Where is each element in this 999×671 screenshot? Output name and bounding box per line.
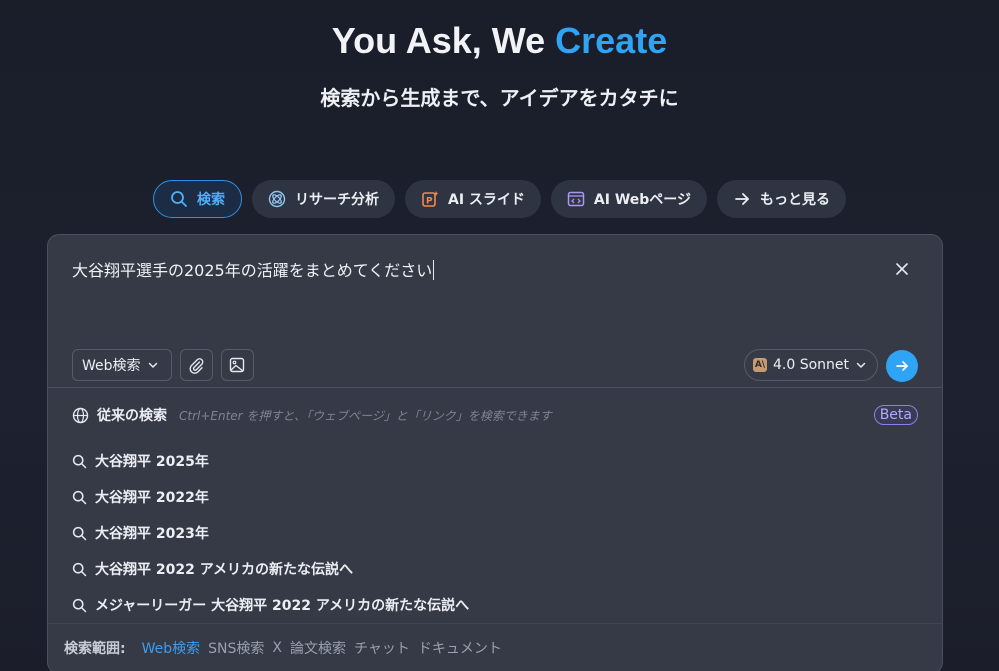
clear-button[interactable] [892, 259, 912, 279]
suggestion-item[interactable]: 大谷翔平 2025年 [72, 443, 469, 479]
input-toolbar: Web検索 [72, 349, 254, 381]
search-icon [72, 562, 87, 576]
scope-title: 検索範囲: [64, 641, 126, 657]
scope-options: 検索範囲: Web検索 SNS検索 X 論文検索 チャット ドキュメント [64, 638, 502, 658]
search-icon [72, 490, 87, 504]
search-panel: 大谷翔平選手の2025年の活躍をまとめてください Web検索 A\ 4.0 So… [47, 234, 943, 671]
legacy-search-hint: Ctrl+Enter を押すと、「ウェブページ」と「リンク」を検索できます [179, 408, 552, 423]
suggestion-text: 大谷翔平 2022年 [95, 490, 209, 506]
query-text: 大谷翔平選手の2025年の活躍をまとめてください [72, 261, 433, 280]
attach-button[interactable] [179, 349, 213, 381]
suggestion-item[interactable]: 大谷翔平 2022年 [72, 479, 469, 515]
tab-label: もっと見る [760, 192, 831, 208]
image-upload-button[interactable] [220, 349, 254, 381]
suggestion-text: 大谷翔平 2022 アメリカの新たな伝説へ [95, 562, 354, 578]
source-select[interactable]: Web検索 [72, 349, 172, 381]
slide-icon: P [422, 191, 439, 207]
tab-research[interactable]: リサーチ分析 [252, 180, 395, 218]
hero-title-prefix: You Ask, We [331, 20, 556, 61]
suggestion-text: 大谷翔平 2023年 [95, 526, 209, 542]
paperclip-icon [189, 358, 204, 374]
query-input[interactable]: 大谷翔平選手の2025年の活躍をまとめてください [72, 257, 435, 281]
suggestion-text: メジャーリーガー 大谷翔平 2022 アメリカの新たな伝説へ [95, 598, 470, 614]
tab-label: AI Webページ [593, 192, 692, 208]
tab-ai-webpage[interactable]: AI Webページ [550, 180, 708, 218]
scope-option-chat[interactable]: チャット [354, 638, 410, 658]
search-icon [72, 526, 87, 540]
tab-label: AI スライド [448, 192, 525, 208]
tab-label: リサーチ分析 [295, 192, 379, 208]
suggestion-item[interactable]: メジャーリーガー 大谷翔平 2022 アメリカの新たな伝説へ [72, 587, 469, 623]
suggestion-item[interactable]: 大谷翔平 2023年 [72, 515, 469, 551]
scope-option-sns[interactable]: SNS検索 [208, 638, 264, 658]
text-caret [433, 260, 435, 280]
model-select[interactable]: A\ 4.0 Sonnet [743, 349, 878, 381]
svg-text:P: P [426, 197, 433, 207]
scope-option-x[interactable]: X [272, 640, 282, 656]
close-icon [896, 263, 908, 275]
divider [48, 387, 942, 388]
hero-title: You Ask, We Create [0, 20, 999, 62]
atom-icon [268, 190, 286, 208]
search-icon [72, 454, 87, 468]
arrow-right-icon [735, 193, 749, 205]
tab-more[interactable]: もっと見る [717, 180, 847, 218]
anthropic-logo-icon: A\ [752, 358, 767, 372]
suggestion-list: 大谷翔平 2025年 大谷翔平 2022年 大谷翔平 2023年 大谷翔平 20… [72, 443, 469, 623]
mode-tabs: 検索 リサーチ分析 P AI スライド AI Webページ もっと見る [153, 180, 847, 218]
scope-option-papers[interactable]: 論文検索 [290, 638, 346, 658]
model-select-value: 4.0 Sonnet [772, 357, 849, 373]
arrow-right-icon [896, 361, 908, 371]
hero-title-accent: Create [555, 20, 668, 61]
search-scope-bar: 検索範囲: Web検索 SNS検索 X 論文検索 チャット ドキュメント [48, 623, 942, 671]
chevron-down-icon [856, 362, 866, 368]
beta-badge: Beta [873, 405, 918, 425]
hero-subtitle: 検索から生成まで、アイデアをカタチに [320, 86, 679, 110]
legacy-search-label: 従来の検索 [97, 408, 167, 424]
tab-search[interactable]: 検索 [153, 180, 242, 218]
scope-option-documents[interactable]: ドキュメント [418, 638, 502, 658]
suggestion-text: 大谷翔平 2025年 [95, 454, 209, 470]
source-select-value: Web検索 [82, 358, 141, 374]
send-button[interactable] [886, 350, 918, 382]
image-icon [229, 357, 245, 373]
suggestion-item[interactable]: 大谷翔平 2022 アメリカの新たな伝説へ [72, 551, 469, 587]
tab-ai-slide[interactable]: P AI スライド [405, 180, 541, 218]
globe-icon [72, 407, 89, 423]
search-icon [72, 598, 87, 612]
chevron-down-icon [148, 362, 157, 368]
tab-label: 検索 [197, 192, 225, 208]
search-icon [171, 191, 187, 207]
legacy-search-option[interactable]: 従来の検索 Ctrl+Enter を押すと、「ウェブページ」と「リンク」を検索で… [72, 403, 918, 427]
scope-option-web[interactable]: Web検索 [142, 638, 201, 658]
webpage-icon [567, 191, 585, 207]
